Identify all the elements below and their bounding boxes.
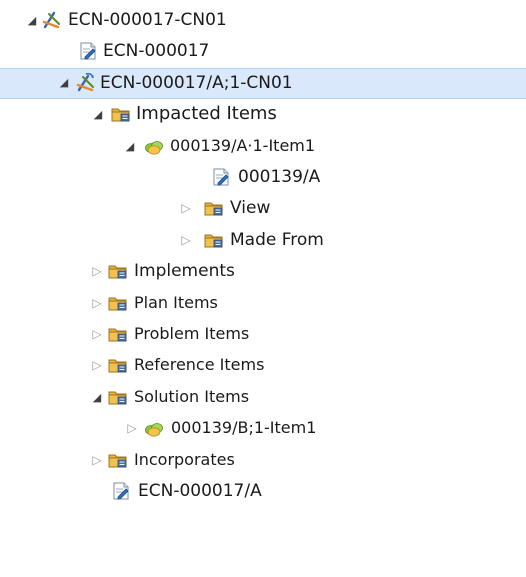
expand-toggle-icon[interactable]: ▷	[89, 295, 105, 311]
tree-node-label: Made From	[230, 230, 324, 250]
expand-toggle-icon[interactable]: ▷	[89, 357, 105, 373]
collapse-toggle-icon[interactable]: ◢	[90, 106, 106, 122]
expand-toggle-icon[interactable]: ▷	[89, 326, 105, 342]
tree-row[interactable]: ▷ View	[0, 193, 526, 224]
expand-toggle-icon[interactable]: ▷	[89, 263, 105, 279]
tree-row[interactable]: ▷ Plan Items	[0, 288, 526, 319]
change-notice-revision-icon	[76, 72, 96, 93]
change-notice-icon	[42, 10, 62, 30]
expand-toggle-icon[interactable]: ▷	[124, 420, 140, 436]
tree-node-label: Solution Items	[134, 387, 250, 406]
expand-toggle-icon[interactable]: ▷	[89, 452, 105, 468]
collapse-toggle-icon[interactable]: ◢	[56, 74, 72, 90]
tree-node-label: Reference Items	[134, 355, 265, 374]
tree-node-label: ECN-000017/A;1-CN01	[100, 73, 293, 93]
tree-row[interactable]: ▷ Made From	[0, 225, 526, 256]
pseudo-folder-icon	[108, 355, 128, 375]
tree-node-label: ECN-000017	[103, 41, 210, 61]
tree-node-label: ECN-000017/A	[138, 481, 262, 501]
pseudo-folder-icon	[111, 104, 131, 124]
tree-row[interactable]: ◢ Solution Items	[0, 382, 526, 413]
item-revision-icon	[144, 418, 164, 438]
tree-node-label: Impacted Items	[136, 103, 277, 124]
item-revision-icon	[144, 136, 164, 156]
tree-row[interactable]: ▷ Problem Items	[0, 319, 526, 350]
tree-row[interactable]: ▷ Incorporates	[0, 445, 526, 476]
pseudo-folder-icon	[108, 450, 128, 470]
tree-node-label: 000139/B;1-Item1	[171, 418, 317, 437]
pseudo-folder-icon	[108, 324, 128, 344]
tree-row[interactable]: ▷ Reference Items	[0, 350, 526, 381]
document-revision-icon	[111, 481, 131, 501]
tree-row[interactable]: ECN-000017/A	[0, 476, 526, 507]
tree-row[interactable]: ▷ 000139/B;1-Item1	[0, 413, 526, 444]
tree-node-label: ECN-000017-CN01	[68, 10, 227, 30]
document-revision-icon	[211, 167, 231, 187]
document-revision-icon	[78, 41, 98, 61]
tree-node-label: Implements	[134, 261, 235, 281]
tree-row[interactable]: ◢ 000139/A·1-Item1	[0, 131, 526, 162]
expand-toggle-icon[interactable]: ▷	[178, 200, 194, 216]
tree-node-label: 000139/A·1-Item1	[170, 136, 316, 155]
tree-node-label: View	[230, 198, 271, 218]
tree-row[interactable]: ECN-000017	[0, 36, 526, 67]
tree-node-label: 000139/A	[238, 167, 321, 187]
tree-row[interactable]: ◢ Impacted Items	[0, 99, 526, 130]
tree-node-label: Incorporates	[134, 450, 235, 469]
tree-row[interactable]: ▷ Implements	[0, 256, 526, 287]
pseudo-folder-icon	[108, 387, 128, 407]
collapse-toggle-icon[interactable]: ◢	[89, 389, 105, 405]
expand-toggle-icon[interactable]: ▷	[178, 232, 194, 248]
pseudo-folder-icon	[108, 293, 128, 313]
pseudo-folder-icon	[204, 230, 224, 250]
pseudo-folder-icon	[108, 261, 128, 281]
collapse-toggle-icon[interactable]: ◢	[24, 12, 40, 28]
tree-node-label: Problem Items	[134, 324, 250, 343]
tree-node-label: Plan Items	[134, 293, 218, 312]
tree-row[interactable]: ◢ ECN-000017-CN01	[0, 5, 526, 36]
pseudo-folder-icon	[204, 198, 224, 218]
tree-row[interactable]: 000139/A	[0, 162, 526, 193]
tree-row[interactable]: ◢ ECN-000017/A;1-CN01	[0, 68, 526, 99]
collapse-toggle-icon[interactable]: ◢	[122, 138, 138, 154]
